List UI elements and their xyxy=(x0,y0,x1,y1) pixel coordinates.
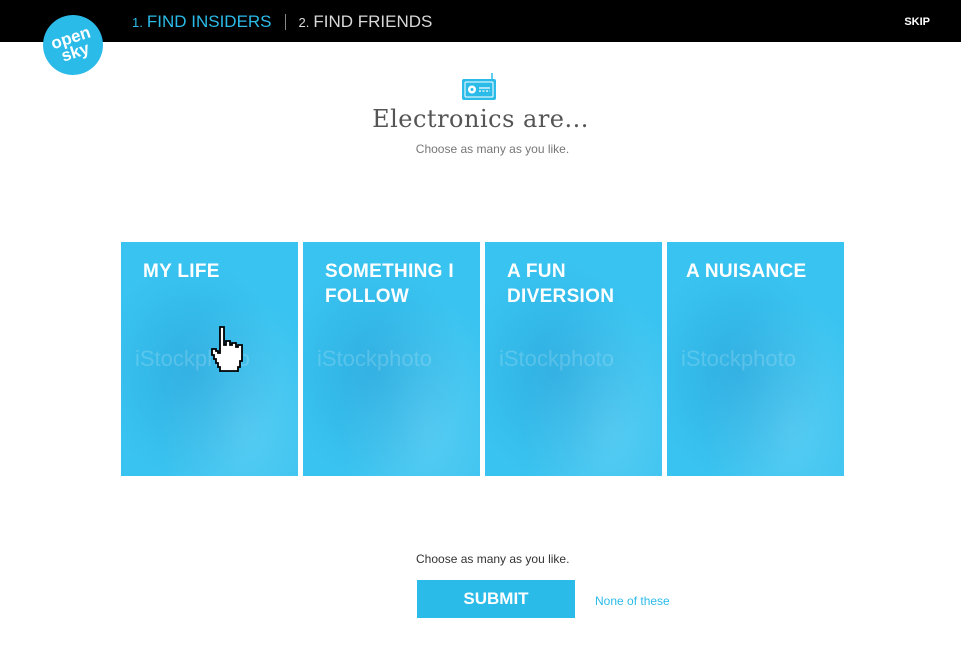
card-label: A NUISANCE xyxy=(686,261,807,282)
step-find-friends[interactable]: 2. FIND FRIENDS xyxy=(299,12,433,32)
photo-watermark: iStockphoto xyxy=(499,346,614,371)
skip-link[interactable]: SKIP xyxy=(904,16,930,28)
page-subtitle: Choose as many as you like. xyxy=(415,142,570,156)
step-divider xyxy=(284,14,286,30)
option-card-a-fun-diversion[interactable]: iStockphoto A FUN DIVERSION xyxy=(485,242,662,476)
step-indicator: 1. FIND INSIDERS 2. FIND FRIENDS xyxy=(132,12,432,32)
option-card-a-nuisance[interactable]: iStockphoto A NUISANCE xyxy=(667,242,844,476)
top-nav-bar: 1. FIND INSIDERS 2. FIND FRIENDS SKIP xyxy=(0,0,961,42)
photo-watermark: iStockphoto xyxy=(681,346,796,371)
instruction-text: Choose as many as you like. xyxy=(416,552,570,566)
step-label: FIND INSIDERS xyxy=(146,12,272,31)
hand-pointer-icon xyxy=(211,326,243,372)
submit-button[interactable]: SUBMIT xyxy=(417,580,575,618)
radio-icon xyxy=(462,73,496,100)
step-number: 1. xyxy=(132,15,143,30)
page-title: Electronics are... xyxy=(372,105,589,133)
card-label: MY LIFE xyxy=(143,261,220,282)
none-of-these-link[interactable]: None of these xyxy=(595,594,670,608)
step-label: FIND FRIENDS xyxy=(313,12,433,31)
option-card-something-i-follow[interactable]: iStockphoto SOMETHING I FOLLOW xyxy=(303,242,480,476)
photo-watermark: iStockphoto xyxy=(317,346,432,371)
step-find-insiders[interactable]: 1. FIND INSIDERS xyxy=(132,12,272,32)
card-label: A FUN DIVERSION xyxy=(507,261,615,307)
card-label: SOMETHING I FOLLOW xyxy=(325,261,454,307)
step-number: 2. xyxy=(298,15,310,30)
